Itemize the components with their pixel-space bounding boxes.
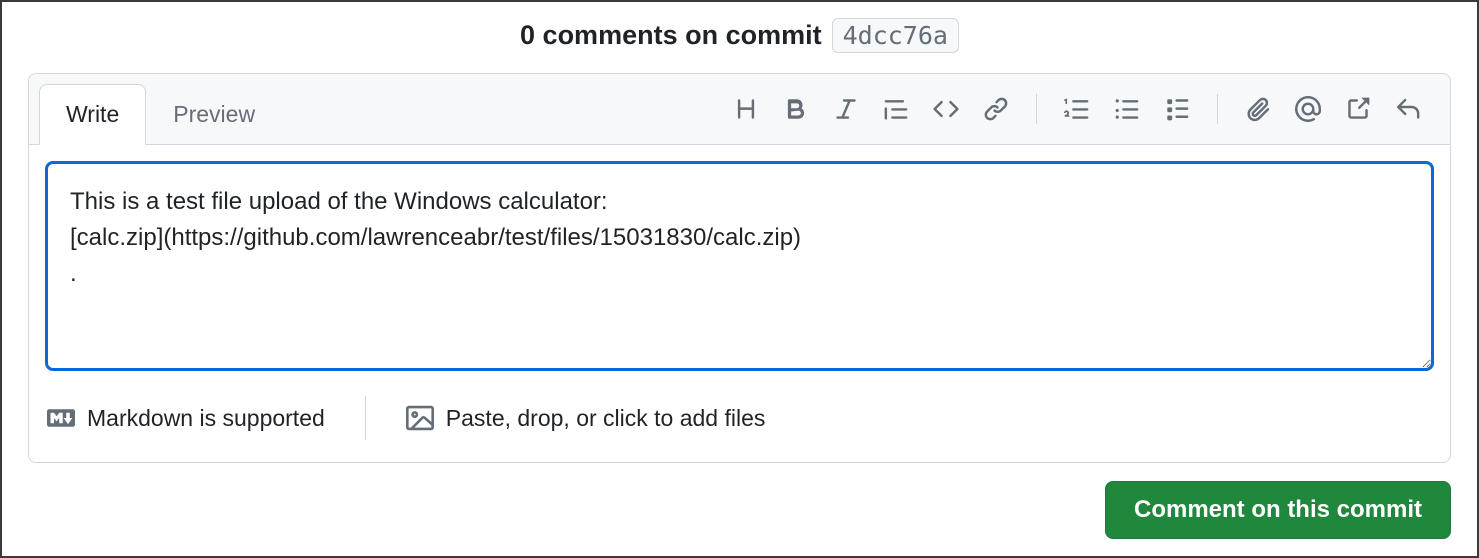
markdown-toolbar	[722, 85, 1450, 133]
comment-textarea[interactable]	[45, 161, 1434, 371]
editor-container	[29, 145, 1450, 376]
markdown-help-text: Markdown is supported	[87, 405, 325, 432]
ordered-list-icon	[1064, 96, 1090, 122]
tabs: Write Preview	[29, 74, 282, 144]
reply-button[interactable]	[1384, 85, 1432, 133]
tab-write[interactable]: Write	[39, 84, 146, 145]
mention-button[interactable]	[1284, 85, 1332, 133]
unordered-list-button[interactable]	[1103, 85, 1151, 133]
quote-icon	[883, 96, 909, 122]
code-button[interactable]	[922, 85, 970, 133]
attach-icon	[1245, 96, 1271, 122]
reply-icon	[1395, 96, 1421, 122]
italic-icon	[833, 96, 859, 122]
toolbar-separator	[1036, 94, 1037, 124]
code-icon	[933, 96, 959, 122]
image-icon	[406, 404, 434, 432]
toolbar-separator	[1217, 94, 1218, 124]
unordered-list-icon	[1114, 96, 1140, 122]
bold-icon	[783, 96, 809, 122]
attach-button[interactable]	[1234, 85, 1282, 133]
link-button[interactable]	[972, 85, 1020, 133]
attach-files-link[interactable]: Paste, drop, or click to add files	[406, 404, 766, 432]
tab-preview-label: Preview	[173, 101, 255, 127]
attach-files-text: Paste, drop, or click to add files	[446, 405, 766, 432]
task-list-icon	[1164, 96, 1190, 122]
commit-hash-badge[interactable]: 4dcc76a	[832, 18, 959, 53]
task-list-button[interactable]	[1153, 85, 1201, 133]
heading-icon	[733, 96, 759, 122]
bold-button[interactable]	[772, 85, 820, 133]
ordered-list-button[interactable]	[1053, 85, 1101, 133]
submit-button-label: Comment on this commit	[1134, 496, 1422, 523]
comment-form: Write Preview	[28, 73, 1451, 463]
reference-button[interactable]	[1334, 85, 1382, 133]
markdown-icon	[47, 404, 75, 432]
page-title: 0 comments on commit 4dcc76a	[2, 2, 1477, 61]
tab-row: Write Preview	[29, 74, 1450, 145]
italic-button[interactable]	[822, 85, 870, 133]
comment-submit-button[interactable]: Comment on this commit	[1105, 481, 1451, 539]
tab-preview[interactable]: Preview	[146, 84, 282, 144]
footer-separator	[365, 396, 366, 440]
comments-count-text: 0 comments on commit	[520, 20, 822, 51]
quote-button[interactable]	[872, 85, 920, 133]
mention-icon	[1295, 96, 1321, 122]
markdown-help-link[interactable]: Markdown is supported	[47, 404, 325, 432]
tab-write-label: Write	[66, 101, 119, 127]
link-icon	[983, 96, 1009, 122]
action-row: Comment on this commit	[2, 463, 1477, 539]
editor-footer: Markdown is supported Paste, drop, or cl…	[29, 376, 1450, 462]
reference-icon	[1345, 96, 1371, 122]
heading-button[interactable]	[722, 85, 770, 133]
